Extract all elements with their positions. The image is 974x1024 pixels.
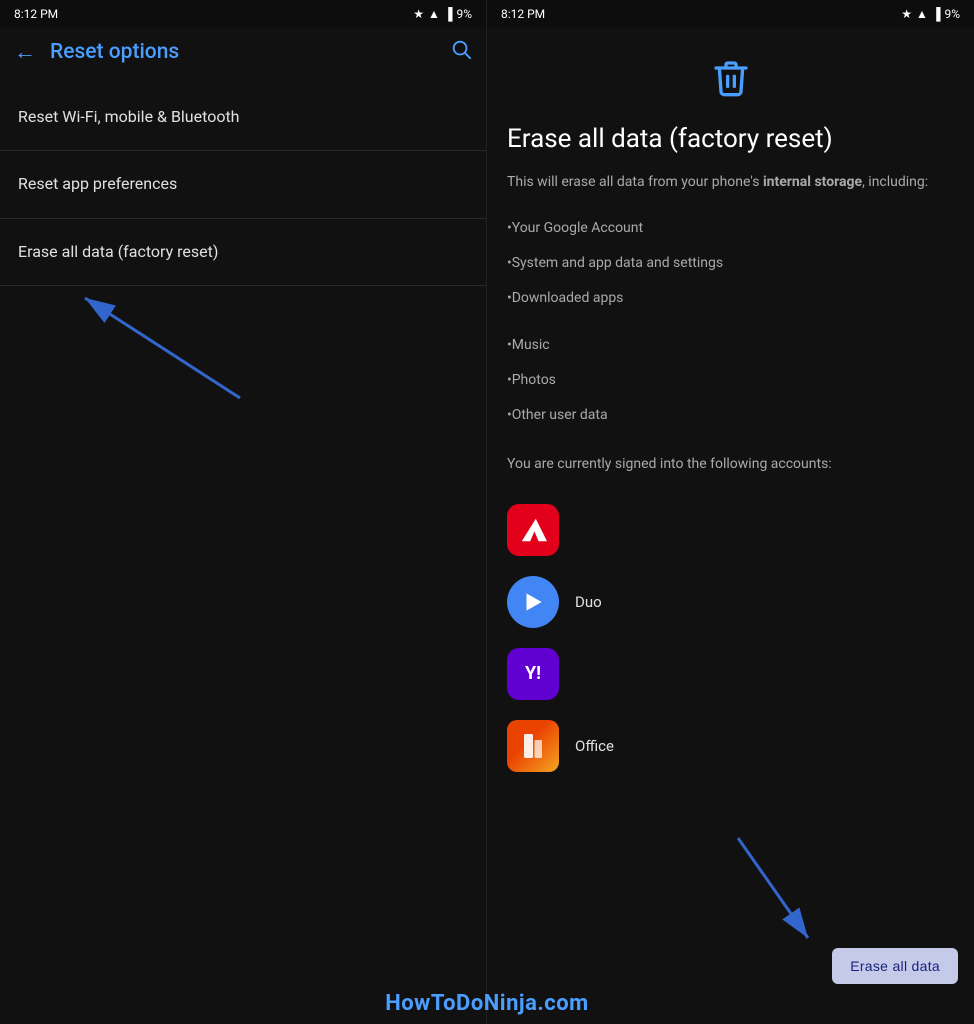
page-title: Reset options [50,40,436,64]
account-row-duo: Duo [507,566,954,638]
left-status-bar: 8:12 PM ★ ▲ ▐ 9% [0,0,487,28]
bullet-google-account: •Your Google Account [507,211,954,246]
signal-icon-r: ▐ [932,7,941,21]
right-status-bar: 8:12 PM ★ ▲ ▐ 9% [487,0,974,28]
wifi-icon: ▲ [428,7,440,21]
left-time: 8:12 PM [14,7,58,21]
description-suffix: , including: [862,174,928,190]
duo-label: Duo [575,593,602,611]
menu-item-app-prefs[interactable]: Reset app preferences [0,151,486,218]
description-bold: internal storage [763,174,862,190]
back-button[interactable]: ← [14,39,36,65]
duo-icon [507,576,559,628]
trash-icon-container [507,58,954,107]
wifi-icon-r: ▲ [916,7,928,21]
bullet-downloaded-apps: •Downloaded apps [507,281,954,316]
bottom-action-bar: Erase all data [832,948,958,984]
bullet-list: •Your Google Account •System and app dat… [507,211,954,433]
signal-icon: ▐ [444,7,453,21]
menu-item-factory-reset[interactable]: Erase all data (factory reset) [0,219,486,286]
right-status-icons: ★ ▲ ▐ 9% [901,7,960,21]
menu-item-wifi-reset[interactable]: Reset Wi-Fi, mobile & Bluetooth [0,84,486,151]
erase-description: This will erase all data from your phone… [507,171,954,193]
yahoo-icon: Y! [507,648,559,700]
battery-text-r: 9% [944,7,960,21]
description-prefix: This will erase all data from your phone… [507,174,763,190]
bullet-photos: •Photos [507,363,954,398]
bullet-system-data: •System and app data and settings [507,246,954,281]
account-row-yahoo: Y! [507,638,954,710]
erase-title: Erase all data (factory reset) [507,123,954,157]
right-time: 8:12 PM [501,7,545,21]
left-status-icons: ★ ▲ ▐ 9% [413,7,472,21]
bluetooth-icon-r: ★ [901,7,912,21]
adobe-icon [507,504,559,556]
battery-text: 9% [456,7,472,21]
bullet-music: •Music [507,328,954,363]
annotation-arrow-right [718,828,838,958]
bullet-other-data: •Other user data [507,398,954,433]
erase-all-data-button[interactable]: Erase all data [832,948,958,984]
office-label: Office [575,737,614,755]
left-toolbar: ← Reset options [0,28,486,76]
status-bar-row: 8:12 PM ★ ▲ ▐ 9% 8:12 PM ★ ▲ ▐ 9% [0,0,974,28]
account-row-adobe [507,494,954,566]
office-icon [507,720,559,772]
accounts-label: You are currently signed into the follow… [507,453,954,475]
bluetooth-icon: ★ [413,7,424,21]
search-button[interactable] [450,38,472,66]
account-row-office: Office [507,710,954,782]
reset-options-menu: Reset Wi-Fi, mobile & Bluetooth Reset ap… [0,76,486,1024]
watermark: HowToDoNinja.com [0,991,974,1016]
trash-icon [711,65,751,107]
accounts-section: You are currently signed into the follow… [507,453,954,781]
